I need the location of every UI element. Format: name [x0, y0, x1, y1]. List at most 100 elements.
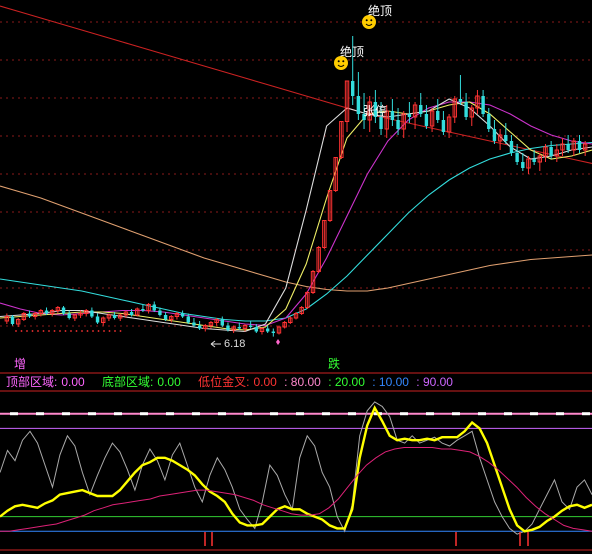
signal-dot — [15, 330, 17, 332]
reference-tick — [88, 412, 96, 416]
level-20: : 20.00 — [328, 375, 365, 389]
candle-body — [396, 120, 400, 129]
rise-label: 增 — [14, 357, 27, 371]
level-80: : 80.00 — [284, 375, 321, 389]
candle-body — [186, 316, 190, 323]
signal-dot — [20, 330, 23, 332]
moving-average-line — [0, 141, 592, 322]
signal-dot — [64, 330, 67, 332]
candle-body — [180, 313, 185, 317]
stock-chart — [0, 5, 592, 551]
candle-body — [379, 117, 383, 129]
reference-tick — [270, 412, 278, 416]
top-zone-label: 顶部区域: — [6, 375, 58, 389]
low-cross-value: 0.00 — [253, 375, 277, 389]
signal-dot — [86, 330, 89, 332]
signal-dot — [70, 330, 72, 332]
top-signal-label: 绝顶 — [340, 45, 365, 59]
reference-tick — [478, 412, 486, 416]
reference-tick — [322, 412, 330, 416]
candle-body — [436, 111, 440, 120]
signal-dot — [48, 330, 50, 332]
reference-tick — [530, 412, 538, 416]
reference-tick — [296, 412, 304, 416]
reference-tick — [140, 412, 148, 416]
candle-body — [226, 325, 230, 330]
reference-tick — [400, 412, 408, 416]
candle-body — [67, 313, 71, 318]
candle-body — [566, 144, 570, 150]
reference-tick — [166, 412, 174, 416]
candle-body — [532, 159, 536, 162]
price-gridlines — [0, 21, 592, 327]
candle-body — [112, 315, 117, 318]
signal-dot — [92, 330, 94, 332]
candle-body — [419, 105, 423, 114]
low-cross-label: 低位金叉: — [198, 375, 250, 389]
signal-dot — [103, 330, 105, 332]
bottom-zone-label: 底部区域: — [102, 375, 154, 389]
candle-body — [549, 147, 553, 156]
signal-dot — [31, 330, 34, 332]
moving-average-lines — [0, 5, 592, 333]
candle-body — [192, 322, 196, 326]
candle-body — [163, 315, 168, 320]
signal-dot — [75, 330, 78, 332]
signal-dot — [119, 330, 122, 332]
signal-dot — [26, 330, 28, 332]
candle-body — [481, 96, 485, 114]
candle-body — [129, 312, 134, 315]
candle-body — [265, 328, 270, 332]
candle-body — [390, 111, 395, 120]
indicator-legend: 顶部区域: 0.00 底部区域: 0.00 低位金叉: 0.00 : 80.00 : … — [6, 375, 457, 389]
limit-up-label: 张停 — [363, 104, 388, 118]
candle-body — [237, 327, 242, 329]
reference-tick — [192, 412, 200, 416]
signal-dot — [42, 330, 45, 332]
candle-body — [197, 325, 202, 329]
candle-body — [504, 135, 508, 141]
reference-tick — [218, 412, 226, 416]
candle-body — [10, 316, 15, 324]
candle-body — [487, 114, 491, 129]
top-signal-label: 绝顶 — [368, 4, 393, 18]
signal-dot — [97, 330, 100, 332]
moving-average-line — [0, 185, 592, 292]
reference-tick — [452, 412, 460, 416]
signal-dot — [53, 330, 56, 332]
top-zone-value: 0.00 — [61, 375, 85, 389]
candle-body — [44, 310, 49, 314]
reference-tick — [504, 412, 512, 416]
oscillator-panel — [0, 401, 592, 551]
candle-body — [158, 310, 162, 315]
signal-dot — [81, 330, 83, 332]
candle-body — [152, 304, 156, 311]
candle-body — [271, 331, 276, 333]
candle-body — [509, 141, 514, 153]
signal-dot — [114, 330, 116, 332]
candle-body — [407, 114, 412, 117]
level-10: : 10.00 — [372, 375, 409, 389]
candle-body — [464, 102, 468, 117]
candle-body — [350, 81, 355, 96]
candle-body — [90, 310, 94, 317]
candle-body — [458, 99, 463, 102]
reference-tick — [36, 412, 44, 416]
candle-body — [27, 313, 32, 317]
candle-body — [61, 307, 66, 314]
signal-dot — [108, 330, 111, 332]
candle-body — [356, 96, 361, 114]
candle-body — [95, 316, 100, 323]
reference-tick — [582, 412, 590, 416]
level-90: : 90.00 — [416, 375, 453, 389]
diamond-marker-icon — [276, 339, 280, 345]
fall-label: 跌 — [328, 357, 341, 371]
signal-dot — [59, 330, 61, 332]
reference-tick — [556, 412, 564, 416]
low-price-label: 6.18 — [224, 338, 246, 350]
reference-tick — [62, 412, 70, 416]
candle-body — [577, 141, 582, 150]
candle-body — [521, 162, 525, 168]
bottom-zone-value: 0.00 — [157, 375, 181, 389]
candlestick-series — [4, 36, 588, 337]
